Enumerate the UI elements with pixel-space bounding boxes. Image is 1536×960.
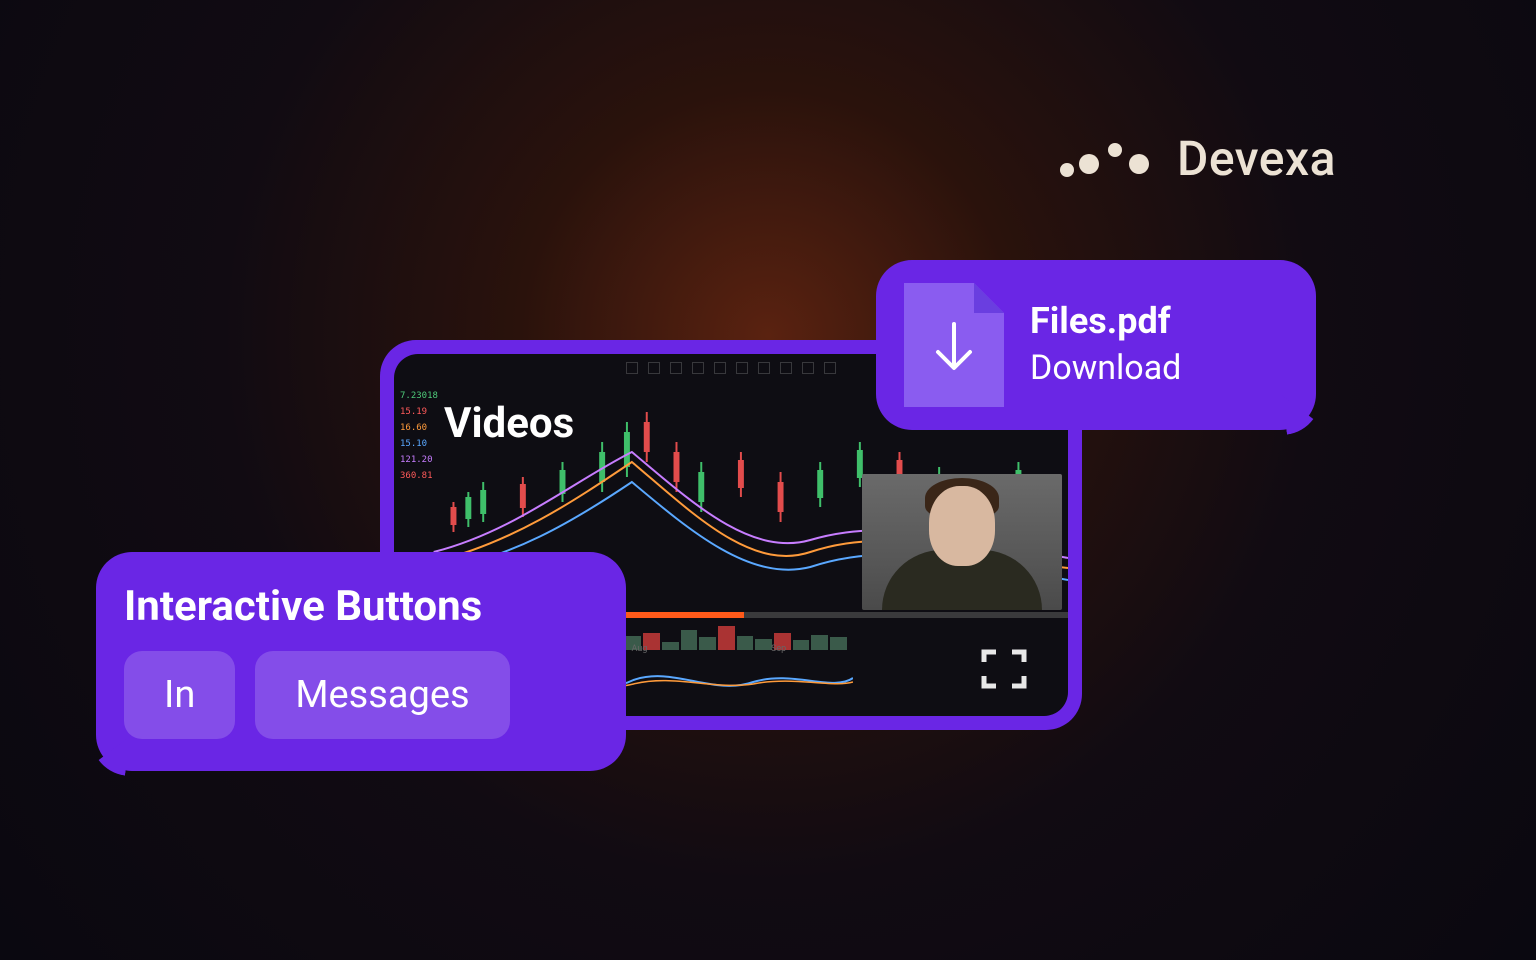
file-action: Download bbox=[1030, 348, 1181, 388]
pill-button-in[interactable]: In bbox=[124, 651, 235, 739]
file-download-bubble[interactable]: Files.pdf Download bbox=[876, 260, 1316, 430]
presenter-thumbnail bbox=[862, 474, 1062, 610]
file-icon bbox=[904, 283, 1004, 407]
brand-logo: Devexa bbox=[1053, 130, 1336, 187]
video-title: Videos bbox=[444, 399, 574, 448]
bubble-title: Interactive Buttons bbox=[124, 582, 598, 631]
interactive-buttons-bubble: Interactive Buttons In Messages bbox=[96, 552, 626, 771]
pill-button-messages[interactable]: Messages bbox=[255, 651, 509, 739]
fullscreen-icon[interactable] bbox=[980, 648, 1028, 690]
brand-dots-icon bbox=[1053, 134, 1153, 184]
file-name: Files.pdf bbox=[1030, 302, 1181, 342]
brand-name: Devexa bbox=[1177, 130, 1336, 187]
file-text: Files.pdf Download bbox=[1030, 302, 1181, 388]
